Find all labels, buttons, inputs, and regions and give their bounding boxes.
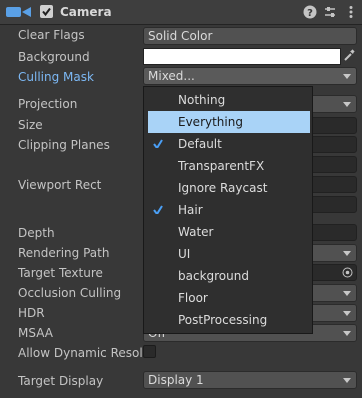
component-title: Camera bbox=[60, 5, 112, 19]
background-color-swatch[interactable] bbox=[143, 48, 341, 65]
allow-dynamic-resolution-label: Allow Dynamic Resolu bbox=[18, 346, 151, 360]
menu-item-label: Ignore Raycast bbox=[178, 181, 268, 195]
enabled-checkbox[interactable] bbox=[40, 5, 53, 18]
clipping-planes-label: Clipping Planes bbox=[18, 138, 110, 152]
allow-dynamic-resolution-checkbox[interactable] bbox=[143, 345, 156, 358]
menu-item[interactable]: TransparentFX bbox=[144, 155, 312, 177]
target-display-dropdown[interactable]: Display 1 bbox=[143, 371, 357, 389]
clear-flags-dropdown[interactable]: Solid Color bbox=[143, 27, 357, 45]
clear-flags-value: Solid Color bbox=[148, 29, 213, 43]
chevron-down-icon bbox=[343, 378, 351, 383]
menu-item-label: UI bbox=[178, 247, 191, 261]
menu-item-label: background bbox=[178, 269, 249, 283]
menu-item[interactable]: Water bbox=[144, 221, 312, 243]
eyedropper-icon[interactable] bbox=[342, 48, 356, 62]
checkmark-icon bbox=[153, 205, 163, 214]
camera-icon bbox=[6, 7, 31, 17]
menu-item[interactable]: Default bbox=[144, 133, 312, 155]
menu-item[interactable]: UI bbox=[144, 243, 312, 265]
menu-item-label: Floor bbox=[178, 291, 208, 305]
help-icon[interactable]: ? bbox=[303, 5, 317, 19]
menu-item[interactable]: background bbox=[144, 265, 312, 287]
culling-mask-value: Mixed... bbox=[148, 69, 195, 83]
menu-item-label: Water bbox=[178, 225, 214, 239]
component-header: Camera ? bbox=[0, 0, 362, 25]
object-picker-icon[interactable] bbox=[342, 267, 353, 278]
menu-item[interactable]: Everything bbox=[148, 111, 310, 133]
chevron-down-icon bbox=[343, 311, 351, 316]
target-display-label: Target Display bbox=[18, 374, 104, 388]
menu-item-label: Default bbox=[178, 137, 222, 151]
menu-item-label: Everything bbox=[178, 115, 243, 129]
target-texture-label: Target Texture bbox=[18, 266, 103, 280]
checkmark-icon bbox=[153, 139, 163, 148]
menu-item-label: Nothing bbox=[178, 93, 226, 107]
menu-item-label: PostProcessing bbox=[178, 313, 268, 327]
menu-item[interactable]: Nothing bbox=[144, 89, 312, 111]
background-label: Background bbox=[18, 50, 90, 64]
menu-item[interactable]: Ignore Raycast bbox=[144, 177, 312, 199]
menu-item[interactable]: Floor bbox=[144, 287, 312, 309]
viewport-rect-label: Viewport Rect bbox=[18, 178, 102, 192]
chevron-down-icon bbox=[343, 74, 351, 79]
projection-label: Projection bbox=[18, 97, 78, 111]
menu-item-label: Hair bbox=[178, 203, 203, 217]
rendering-path-label: Rendering Path bbox=[18, 246, 110, 260]
culling-mask-label: Culling Mask bbox=[18, 70, 94, 84]
occlusion-culling-label: Occlusion Culling bbox=[18, 286, 122, 300]
culling-mask-dropdown[interactable]: Mixed... bbox=[143, 67, 357, 85]
chevron-down-icon bbox=[343, 251, 351, 256]
chevron-down-icon bbox=[343, 102, 351, 107]
chevron-down-icon bbox=[343, 291, 351, 296]
checkmark-icon bbox=[42, 7, 51, 17]
menu-item[interactable]: PostProcessing bbox=[144, 309, 312, 331]
msaa-label: MSAA bbox=[18, 326, 53, 340]
depth-label: Depth bbox=[18, 226, 55, 240]
svg-text:?: ? bbox=[307, 8, 313, 19]
menu-item[interactable]: Hair bbox=[144, 199, 312, 221]
chevron-down-icon bbox=[343, 331, 351, 336]
clear-flags-label: Clear Flags bbox=[18, 28, 85, 42]
menu-item-label: TransparentFX bbox=[178, 159, 265, 173]
target-display-value: Display 1 bbox=[148, 373, 204, 387]
more-options-icon[interactable] bbox=[345, 5, 357, 19]
hdr-label: HDR bbox=[18, 306, 45, 320]
culling-mask-menu: Nothing Everything Default TransparentFX Ign… bbox=[143, 86, 313, 334]
size-label: Size bbox=[18, 118, 43, 132]
preset-icon[interactable] bbox=[323, 5, 337, 19]
